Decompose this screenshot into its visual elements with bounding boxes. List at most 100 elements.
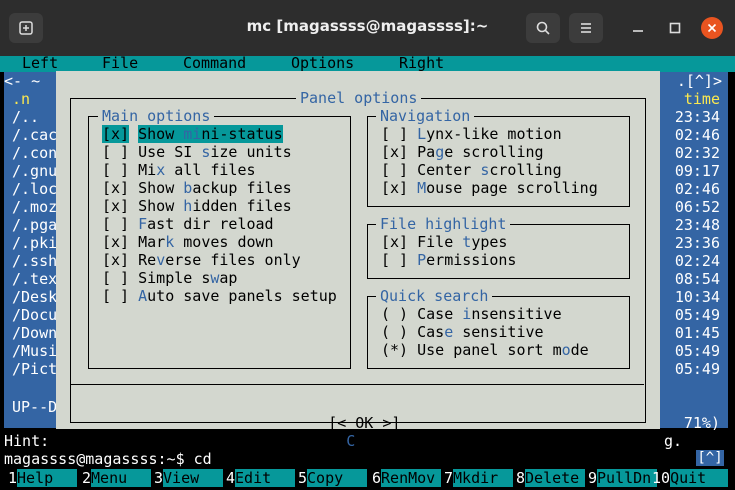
fkey-edit[interactable]: 4Edit [226, 469, 296, 487]
main-options-title: Main options [98, 107, 215, 125]
checkbox[interactable]: [ ] [102, 215, 129, 233]
navigation-option[interactable]: [x] Mouse page scrolling [381, 179, 598, 197]
checkbox[interactable]: [x] [381, 143, 408, 161]
file-time: 08:54 [674, 270, 720, 288]
main-option[interactable]: [x] Reverse files only [102, 251, 301, 269]
main-option[interactable]: [ ] Use SI size units [102, 143, 292, 161]
menu-command[interactable]: Command [183, 54, 246, 72]
file-highlight-option[interactable]: [x] File types [381, 233, 507, 251]
file-time: 23:36 [674, 234, 720, 252]
checkbox[interactable]: [ ] [102, 269, 129, 287]
fkey-pulldn[interactable]: 9PullDn [588, 469, 658, 487]
main-option[interactable]: [ ] Mix all files [102, 161, 256, 179]
fkey-delete[interactable]: 8Delete [516, 469, 586, 487]
close-icon [707, 23, 717, 33]
navigation-option[interactable]: [x] Page scrolling [381, 143, 544, 161]
quick-search-title: Quick search [376, 287, 493, 305]
search-button[interactable] [526, 13, 560, 43]
checkbox[interactable]: [x] [381, 179, 408, 197]
quick-search-option[interactable]: ( ) Case insensitive [381, 305, 562, 323]
checkbox[interactable]: [x] [381, 233, 408, 251]
fkey-mkdir[interactable]: 7Mkdir [444, 469, 514, 487]
main-option[interactable]: [ ] Simple swap [102, 269, 237, 287]
main-option[interactable]: [x] Mark moves down [102, 233, 274, 251]
hint-tail: g. [664, 432, 683, 450]
main-option[interactable]: [ ] Auto save panels setup [102, 287, 337, 305]
file-list-item[interactable]: /.loc [12, 180, 57, 198]
checkbox[interactable]: [x] [102, 125, 130, 143]
file-highlight-title: File highlight [376, 215, 511, 233]
left-panel-header: .n [12, 90, 31, 108]
hamburger-menu-button[interactable] [569, 13, 603, 43]
navigation-option[interactable]: [ ] Center scrolling [381, 161, 562, 179]
checkbox[interactable]: [x] [102, 233, 129, 251]
fkey-menu[interactable]: 2Menu [82, 469, 152, 487]
prompt-history-button[interactable]: [^] [696, 450, 724, 466]
checkbox[interactable]: [ ] [381, 251, 408, 269]
ok-button[interactable]: [< OK >] [328, 414, 400, 432]
file-list-item[interactable]: /Desk [12, 288, 57, 306]
file-time: 06:52 [674, 198, 720, 216]
file-list-item[interactable]: /Musi [12, 342, 57, 360]
quick-search-option[interactable]: (*) Use panel sort mode [381, 341, 589, 359]
fkey-renmov[interactable]: 6RenMov [372, 469, 442, 487]
right-panel-header: time [683, 90, 720, 108]
navigation-title: Navigation [376, 107, 475, 125]
menu-options[interactable]: Options [291, 54, 354, 72]
cancel-button[interactable]: [ Cancel ] [328, 432, 418, 450]
minimize-button[interactable] [623, 13, 653, 43]
checkbox[interactable]: [x] [102, 251, 129, 269]
shell-prompt[interactable]: magassss@magassss:~$ cd [4, 450, 212, 468]
file-time: 02:46 [674, 126, 720, 144]
fkey-view[interactable]: 3View [154, 469, 224, 487]
checkbox[interactable]: ( ) [381, 323, 408, 341]
checkbox[interactable]: (*) [381, 341, 408, 359]
file-list-item[interactable]: /.pki [12, 234, 57, 252]
main-option[interactable]: [x] Show hidden files [102, 197, 292, 215]
menu-left[interactable]: Left [22, 54, 58, 72]
search-icon [536, 21, 550, 35]
file-list-item[interactable]: /.gnu [12, 162, 57, 180]
right-panel-corner: .[^]> [676, 72, 722, 90]
fkey-help[interactable]: 1Help [8, 469, 78, 487]
checkbox[interactable]: [ ] [381, 161, 408, 179]
hamburger-menu-icon [581, 23, 591, 33]
checkbox[interactable]: [x] [102, 197, 129, 215]
file-time: 01:45 [674, 324, 720, 342]
main-option[interactable]: [x] Show backup files [102, 179, 292, 197]
checkbox[interactable]: [ ] [102, 143, 129, 161]
menu-file[interactable]: File [102, 54, 138, 72]
menu-right[interactable]: Right [399, 54, 444, 72]
fkey-quit[interactable]: 10Quit [652, 469, 729, 487]
file-list-item[interactable]: /.con [12, 144, 57, 162]
terminal-area[interactable]: Left File Command Options Right <- ~ .n … [0, 54, 735, 490]
file-time: 23:48 [674, 216, 720, 234]
checkbox[interactable]: [ ] [102, 287, 129, 305]
file-list-item[interactable]: /Down [12, 324, 57, 342]
checkbox[interactable]: [ ] [381, 125, 408, 143]
quick-search-option[interactable]: ( ) Case sensitive [381, 323, 544, 341]
maximize-icon [669, 22, 681, 34]
checkbox[interactable]: [ ] [102, 161, 129, 179]
fkey-copy[interactable]: 5Copy [298, 469, 368, 487]
file-time: 05:49 [674, 342, 720, 360]
main-option[interactable]: [ ] Fast dir reload [102, 215, 274, 233]
maximize-button[interactable] [660, 13, 690, 43]
file-list-item[interactable]: /.cac [12, 126, 57, 144]
file-list-item[interactable]: /Pict [12, 360, 57, 378]
file-list-item[interactable]: /.ssh [12, 252, 57, 270]
main-option[interactable]: [x] Show mini-status [102, 125, 283, 143]
function-key-bar: 1Help 2Menu 3View 4Edit 5Copy 6RenMov 7Mkdir 8D… [0, 469, 735, 487]
file-list-item[interactable]: /.. [12, 108, 39, 126]
close-button[interactable] [701, 17, 723, 39]
file-list-item[interactable]: /.tex [12, 270, 57, 288]
checkbox[interactable]: [x] [102, 179, 129, 197]
checkbox[interactable]: ( ) [381, 305, 408, 323]
file-time: 09:17 [674, 162, 720, 180]
file-list-item[interactable]: /.moz [12, 198, 57, 216]
file-highlight-option[interactable]: [ ] Permissions [381, 251, 516, 269]
navigation-option[interactable]: [ ] Lynx-like motion [381, 125, 562, 143]
file-list-item[interactable]: /Docu [12, 306, 57, 324]
dialog-buttons: [< OK >] [ Cancel ] [274, 396, 418, 468]
file-list-item[interactable]: /.pga [12, 216, 57, 234]
